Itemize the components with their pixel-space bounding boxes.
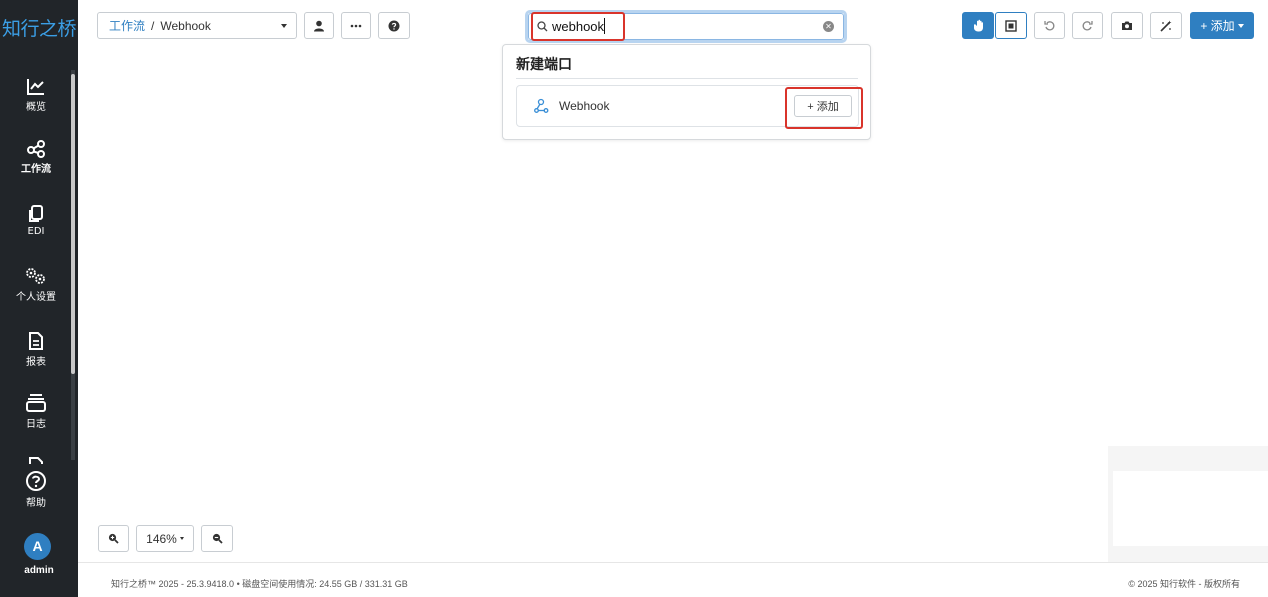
stack-icon xyxy=(26,394,46,412)
sidebar: 知行之桥 概览 工作流 EDI 个人设置 报表 日志 帮助 A admin xyxy=(0,0,78,597)
sidebar-item-label: 个人设置 xyxy=(16,292,56,303)
footer-copyright: © 2025 知行软件 - 版权所有 xyxy=(1128,579,1240,589)
zoom-out-icon xyxy=(212,533,223,544)
add-button[interactable]: + 添加 xyxy=(1190,12,1254,39)
file-lines-icon xyxy=(29,332,43,350)
zoom-in-icon xyxy=(108,533,119,544)
select-mode-button[interactable] xyxy=(995,12,1027,39)
caret-down-icon xyxy=(179,537,184,540)
avatar[interactable]: A xyxy=(24,533,51,560)
hand-icon xyxy=(974,19,983,32)
share-nodes-icon xyxy=(27,140,45,158)
user-icon xyxy=(314,20,324,31)
magic-wand-icon xyxy=(1160,20,1172,32)
sidebar-item-label: 日志 xyxy=(26,419,46,430)
file-icon xyxy=(29,457,43,464)
caret-down-icon xyxy=(1237,23,1244,28)
copy-icon xyxy=(29,205,43,222)
divider xyxy=(516,78,858,79)
pan-mode-button[interactable] xyxy=(962,12,994,39)
sidebar-item-overview[interactable]: 概览 xyxy=(0,78,72,113)
camera-icon xyxy=(1122,21,1132,30)
add-port-button[interactable]: + 添加 xyxy=(794,95,852,117)
screenshot-button[interactable] xyxy=(1111,12,1143,39)
search-value[interactable]: webhook xyxy=(552,19,604,34)
search-icon xyxy=(537,21,548,32)
undo-button[interactable] xyxy=(1034,12,1065,39)
add-port-button-label: + 添加 xyxy=(807,101,839,113)
search-results-dropdown: 新建端口 Webhook + 添加 xyxy=(502,44,871,140)
question-circle-icon xyxy=(26,471,46,491)
question-circle-icon xyxy=(388,20,400,31)
sidebar-scrollbar[interactable] xyxy=(71,70,75,460)
zoom-out-button[interactable] xyxy=(201,525,233,552)
clear-icon[interactable]: ✕ xyxy=(823,21,834,32)
zoom-in-button[interactable] xyxy=(98,525,129,552)
sidebar-item-logs[interactable]: 日志 xyxy=(0,393,72,430)
sidebar-item-label: EDI xyxy=(27,226,45,237)
undo-icon xyxy=(1044,21,1055,31)
sidebar-item-reports[interactable]: 报表 xyxy=(0,331,72,368)
breadcrumb-root-link[interactable]: 工作流 xyxy=(109,17,145,34)
footer-version-info: 知行之桥™ 2025 - 25.3.9418.0 • 磁盘空间使用情况: 24.… xyxy=(111,579,408,589)
gears-icon xyxy=(26,268,45,284)
more-button[interactable] xyxy=(341,12,371,39)
sidebar-item-workflow[interactable]: 工作流 xyxy=(0,140,72,175)
caret-down-icon[interactable] xyxy=(281,24,287,28)
list-item[interactable]: Webhook + 添加 xyxy=(516,85,859,127)
sidebar-item-partial[interactable] xyxy=(0,454,72,464)
add-button-label: + 添加 xyxy=(1200,19,1235,33)
object-group-icon xyxy=(1005,19,1017,32)
minimap[interactable] xyxy=(1108,446,1268,562)
zoom-level: 146% xyxy=(146,531,177,546)
breadcrumb-separator: / xyxy=(151,18,155,33)
sidebar-item-edi[interactable]: EDI xyxy=(0,204,72,237)
redo-button[interactable] xyxy=(1072,12,1103,39)
user-button[interactable] xyxy=(304,12,334,39)
scrollbar-thumb[interactable] xyxy=(71,74,75,374)
auto-layout-button[interactable] xyxy=(1150,12,1182,39)
breadcrumb-current: Webhook xyxy=(160,18,211,33)
sidebar-item-label: 帮助 xyxy=(26,498,46,509)
webhook-icon xyxy=(534,98,549,113)
list-item-label: Webhook xyxy=(559,99,610,113)
minimap-viewport[interactable] xyxy=(1113,471,1268,546)
sidebar-item-label: 概览 xyxy=(26,102,46,113)
text-cursor xyxy=(604,18,605,34)
footer-divider xyxy=(78,562,1268,563)
sidebar-item-help[interactable]: 帮助 xyxy=(0,470,72,509)
search-input[interactable]: webhook ✕ xyxy=(525,10,847,43)
dropdown-section-title: 新建端口 xyxy=(516,56,572,72)
ellipsis-icon xyxy=(350,24,362,27)
app-logo: 知行之桥 xyxy=(1,18,77,40)
redo-icon xyxy=(1082,21,1093,31)
chart-line-icon xyxy=(27,79,44,95)
username: admin xyxy=(24,565,54,576)
sidebar-item-settings[interactable]: 个人设置 xyxy=(0,266,72,303)
sidebar-item-label: 报表 xyxy=(26,357,46,368)
breadcrumb[interactable]: 工作流 / Webhook xyxy=(97,12,297,39)
help-button[interactable] xyxy=(378,12,410,39)
zoom-level-select[interactable]: 146% xyxy=(136,525,194,552)
sidebar-item-label: 工作流 xyxy=(21,164,51,175)
